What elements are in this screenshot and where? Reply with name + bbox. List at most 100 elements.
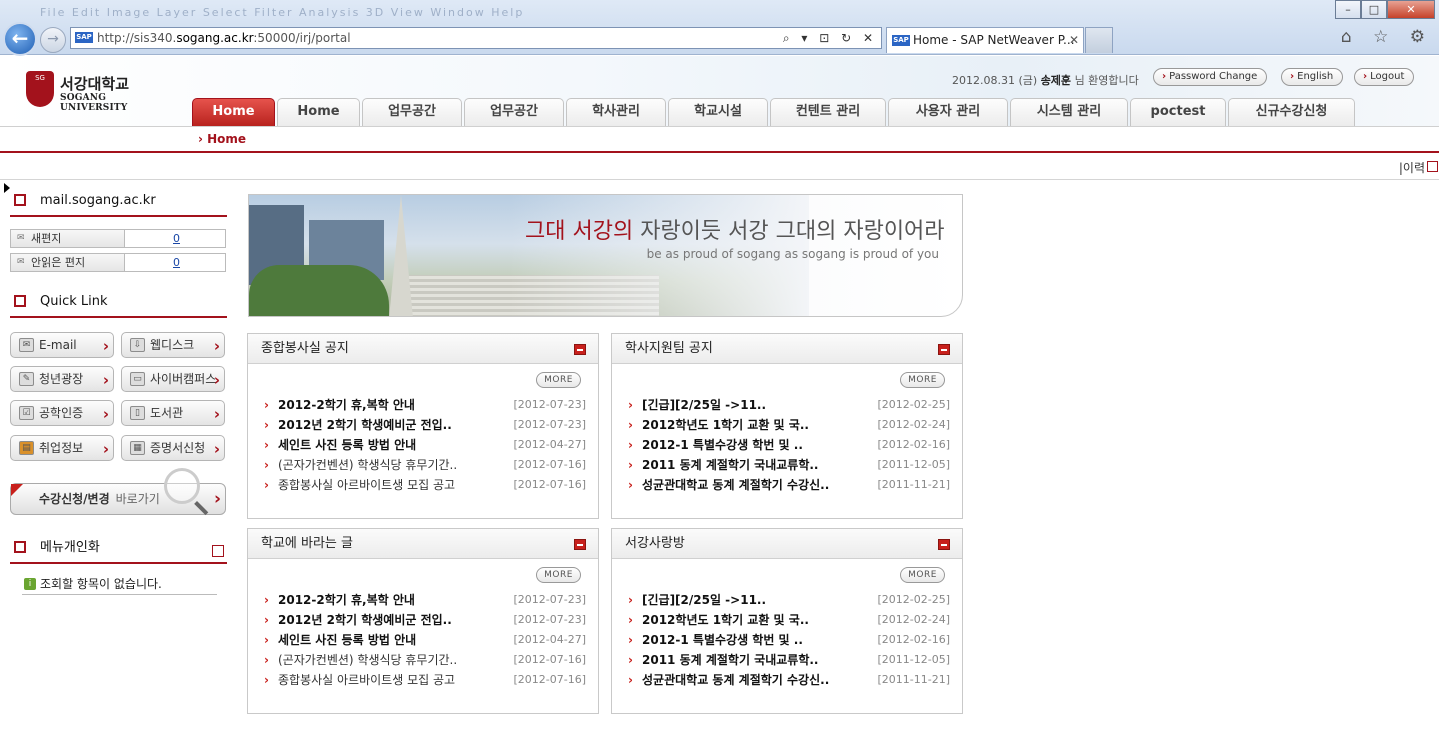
- list-item[interactable]: 2012-2학기 휴,복학 안내[2012-07-23]: [264, 590, 586, 610]
- post-title[interactable]: 2012-2학기 휴,복학 안내: [278, 395, 510, 415]
- address-suffix: :50000/irj/portal: [253, 31, 351, 45]
- password-change-button[interactable]: › Password Change: [1153, 68, 1268, 86]
- mail-row-unread[interactable]: 안읽은 편지 0: [10, 253, 226, 272]
- list-item[interactable]: 성균관대학교 동계 계절학기 수강신..[2011-11-21]: [628, 670, 950, 690]
- post-title[interactable]: 2012-1 특별수강생 학번 및 ..: [642, 435, 874, 455]
- home-favorites-settings-icons[interactable]: ⌂ ☆ ⚙: [1341, 27, 1433, 47]
- quicklink-section-title: Quick Link: [10, 288, 227, 318]
- new-tab-button[interactable]: [1085, 27, 1113, 53]
- tab-workspace-2[interactable]: 업무공간: [464, 98, 564, 126]
- university-logo[interactable]: SG 서강대학교 SOGANG UNIVERSITY: [26, 71, 166, 113]
- more-button[interactable]: MORE: [900, 372, 945, 388]
- browser-tab[interactable]: SAP Home - SAP NetWeaver P... ✕: [886, 27, 1084, 53]
- collapse-icon[interactable]: [574, 539, 586, 550]
- post-title[interactable]: 2011 동계 계절학기 국내교류학..: [642, 455, 874, 475]
- quicklink-label: 청년광장: [39, 372, 84, 386]
- empty-message: i 조회할 항목이 없습니다.: [22, 576, 217, 595]
- list-item[interactable]: 2011 동계 계절학기 국내교류학..[2011-12-05]: [628, 650, 950, 670]
- list-item[interactable]: 종합봉사실 아르바이트생 모집 공고[2012-07-16]: [264, 670, 586, 690]
- collapse-icon[interactable]: [938, 344, 950, 355]
- tab-new-registration[interactable]: 신규수강신청: [1228, 98, 1355, 126]
- list-item[interactable]: 2011 동계 계절학기 국내교류학..[2011-12-05]: [628, 455, 950, 475]
- list-item[interactable]: (곤자가컨벤션) 학생식당 휴무기간..[2012-07-16]: [264, 455, 586, 475]
- post-title[interactable]: 세인트 사진 등록 방법 안내: [278, 630, 510, 650]
- logout-button[interactable]: › Logout: [1354, 68, 1415, 86]
- more-button[interactable]: MORE: [536, 372, 581, 388]
- tab-home-active[interactable]: Home: [192, 98, 275, 126]
- post-title[interactable]: (곤자가컨벤션) 학생식당 휴무기간..: [278, 455, 510, 475]
- post-title[interactable]: 성균관대학교 동계 계절학기 수강신..: [642, 670, 874, 690]
- post-title[interactable]: 종합봉사실 아르바이트생 모집 공고: [278, 670, 510, 690]
- list-item[interactable]: 2012년 2학기 학생예비군 전입..[2012-07-23]: [264, 610, 586, 630]
- more-button[interactable]: MORE: [900, 567, 945, 583]
- more-button[interactable]: MORE: [536, 567, 581, 583]
- post-title[interactable]: 세인트 사진 등록 방법 안내: [278, 435, 510, 455]
- mail-row-count[interactable]: 0: [173, 230, 180, 247]
- mail-row-count[interactable]: 0: [173, 254, 180, 271]
- quicklink-certificates[interactable]: ▦ 증명서신청 ›: [121, 435, 225, 461]
- post-title[interactable]: [긴급][2/25일 ->11..: [642, 395, 874, 415]
- list-item[interactable]: 2012-1 특별수강생 학번 및 ..[2012-02-16]: [628, 630, 950, 650]
- list-item[interactable]: [긴급][2/25일 ->11..[2012-02-25]: [628, 395, 950, 415]
- briefcase-icon: ▤: [19, 441, 34, 455]
- list-item[interactable]: 2012년 2학기 학생예비군 전입..[2012-07-23]: [264, 415, 586, 435]
- maximize-button[interactable]: □: [1361, 0, 1387, 19]
- tab-facilities[interactable]: 학교시설: [668, 98, 768, 126]
- sap-favicon-icon: SAP: [75, 32, 93, 43]
- quicklink-engineering-cert[interactable]: ☑ 공학인증 ›: [10, 400, 114, 426]
- tab-user-management[interactable]: 사용자 관리: [888, 98, 1008, 126]
- minimize-button[interactable]: –: [1335, 0, 1361, 19]
- mail-row-new[interactable]: 새편지 0: [10, 229, 226, 248]
- post-title[interactable]: (곤자가컨벤션) 학생식당 휴무기간..: [278, 650, 510, 670]
- post-title[interactable]: 2012학년도 1학기 교환 및 국..: [642, 610, 874, 630]
- post-title[interactable]: 2011 동계 계절학기 국내교류학..: [642, 650, 874, 670]
- post-title[interactable]: 2012-2학기 휴,복학 안내: [278, 590, 510, 610]
- collapse-icon[interactable]: [938, 539, 950, 550]
- tab-close-icon[interactable]: ✕: [1069, 28, 1079, 52]
- list-item[interactable]: 성균관대학교 동계 계절학기 수강신..[2011-11-21]: [628, 475, 950, 495]
- history-link[interactable]: |이력: [1399, 159, 1425, 176]
- list-item[interactable]: (곤자가컨벤션) 학생식당 휴무기간..[2012-07-16]: [264, 650, 586, 670]
- post-title[interactable]: 2012년 2학기 학생예비군 전입..: [278, 610, 510, 630]
- tab-content-management[interactable]: 컨텐트 관리: [770, 98, 886, 126]
- forward-button[interactable]: →: [40, 27, 66, 53]
- address-tools-icons[interactable]: ⌕ ▾ ⊡ ↻ ✕: [783, 28, 877, 48]
- post-title[interactable]: 2012년 2학기 학생예비군 전입..: [278, 415, 510, 435]
- list-item[interactable]: 종합봉사실 아르바이트생 모집 공고[2012-07-16]: [264, 475, 586, 495]
- list-item[interactable]: [긴급][2/25일 ->11..[2012-02-25]: [628, 590, 950, 610]
- list-item[interactable]: 2012-1 특별수강생 학번 및 ..[2012-02-16]: [628, 435, 950, 455]
- collapse-icon[interactable]: [574, 344, 586, 355]
- list-item[interactable]: 2012-2학기 휴,복학 안내[2012-07-23]: [264, 395, 586, 415]
- post-title[interactable]: 2012학년도 1학기 교환 및 국..: [642, 415, 874, 435]
- personalize-settings-icon[interactable]: [212, 545, 224, 557]
- post-title[interactable]: 2012-1 특별수강생 학번 및 ..: [642, 630, 874, 650]
- list-item[interactable]: 2012학년도 1학기 교환 및 국..[2012-02-24]: [628, 415, 950, 435]
- back-button[interactable]: ←: [3, 22, 37, 56]
- mail-title-text[interactable]: mail.sogang.ac.kr: [40, 193, 156, 208]
- tab-academic[interactable]: 학사관리: [566, 98, 666, 126]
- history-list-icon[interactable]: [1427, 161, 1438, 172]
- close-window-button[interactable]: ✕: [1387, 0, 1435, 19]
- address-bar[interactable]: SAP http://sis340.sogang.ac.kr:50000/irj…: [70, 27, 882, 49]
- quicklink-cyber-campus[interactable]: ▭ 사이버캠퍼스 ›: [121, 366, 225, 392]
- post-date: [2012-07-23]: [513, 398, 586, 411]
- post-title[interactable]: 종합봉사실 아르바이트생 모집 공고: [278, 475, 510, 495]
- english-button[interactable]: › English: [1281, 68, 1344, 86]
- quicklink-jobs[interactable]: ▤ 취업정보 ›: [10, 435, 114, 461]
- quicklink-youth-plaza[interactable]: ✎ 청년광장 ›: [10, 366, 114, 392]
- breadcrumb[interactable]: › Home: [198, 132, 246, 146]
- list-item[interactable]: 세인트 사진 등록 방법 안내[2012-04-27]: [264, 630, 586, 650]
- post-title[interactable]: 성균관대학교 동계 계절학기 수강신..: [642, 475, 874, 495]
- quicklink-email[interactable]: ✉ E-mail ›: [10, 332, 114, 358]
- list-item[interactable]: 2012학년도 1학기 교환 및 국..[2012-02-24]: [628, 610, 950, 630]
- quicklink-webdisk[interactable]: ⇩ 웹디스크 ›: [121, 332, 225, 358]
- tab-system-management[interactable]: 시스템 관리: [1010, 98, 1128, 126]
- list-item[interactable]: 세인트 사진 등록 방법 안내[2012-04-27]: [264, 435, 586, 455]
- post-title[interactable]: [긴급][2/25일 ->11..: [642, 590, 874, 610]
- post-date: [2012-07-23]: [513, 593, 586, 606]
- tab-home[interactable]: Home: [277, 98, 360, 126]
- tab-workspace-1[interactable]: 업무공간: [362, 98, 462, 126]
- course-registration-button[interactable]: 수강신청/변경 바로가기 ›: [10, 468, 226, 515]
- quicklink-library[interactable]: ▯ 도서관 ›: [121, 400, 225, 426]
- tab-poctest[interactable]: poctest: [1130, 98, 1226, 126]
